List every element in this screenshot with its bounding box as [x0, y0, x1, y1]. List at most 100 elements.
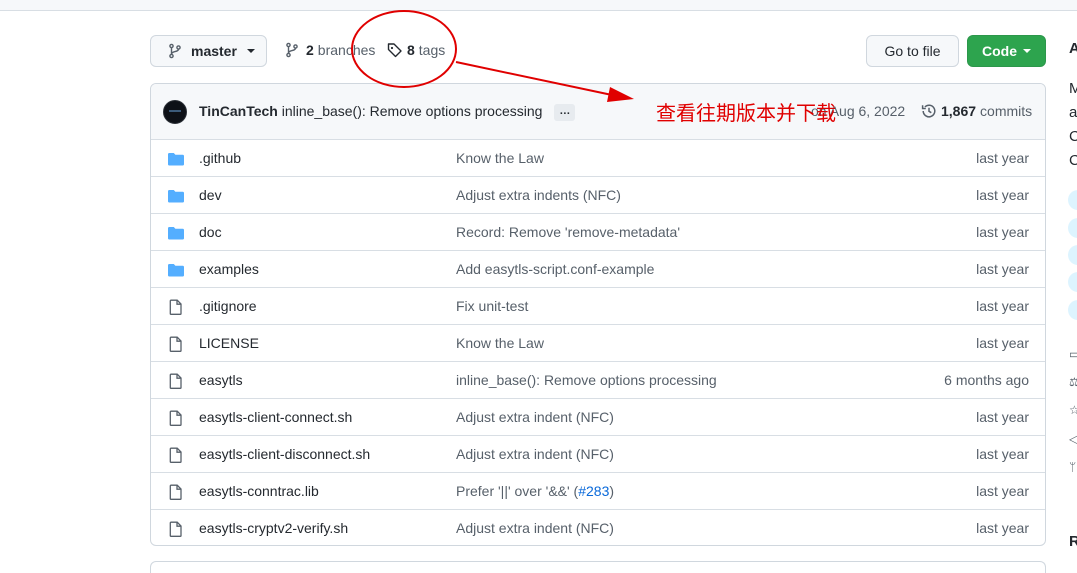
file-row[interactable]: easytls-cryptv2-verify.sh Adjust extra in…	[151, 509, 1045, 545]
issue-link[interactable]: #283	[578, 483, 609, 499]
file-row[interactable]: LICENSE Know the Law last year	[151, 324, 1045, 361]
releases-heading-partial: R	[1069, 533, 1077, 550]
annotation-text: 查看往期版本并下载	[656, 101, 836, 125]
commit-message-link[interactable]: Know the Law	[456, 150, 544, 166]
file-listing: TinCanTech inline_base(): Remove options…	[150, 83, 1046, 546]
file-icon	[167, 484, 185, 500]
commit-author-link[interactable]: TinCanTech	[199, 103, 278, 119]
file-name-link[interactable]: easytls-client-disconnect.sh	[199, 446, 370, 462]
star-icon: ☆	[1069, 403, 1077, 417]
tags-count: 8	[407, 42, 415, 58]
topic-tag[interactable]	[1068, 272, 1077, 292]
file-icon	[167, 410, 185, 426]
commit-age: last year	[976, 261, 1029, 277]
topic-tag[interactable]	[1068, 300, 1077, 320]
file-name-link[interactable]: easytls	[199, 372, 243, 388]
history-icon	[921, 103, 937, 119]
commits-history-link[interactable]: 1,867 commits	[921, 103, 1032, 119]
tag-icon	[387, 42, 403, 58]
commit-age: last year	[976, 446, 1029, 462]
code-button-label: Code	[982, 43, 1017, 59]
commit-message-link[interactable]: Adjust extra indent (NFC)	[456, 409, 614, 425]
file-row[interactable]: easytls-client-disconnect.sh Adjust extra…	[151, 435, 1045, 472]
law-icon: ⚖	[1069, 375, 1077, 389]
readme-box-top	[150, 561, 1046, 573]
file-row[interactable]: doc Record: Remove 'remove-metadata' last …	[151, 213, 1045, 250]
latest-commit-bar: TinCanTech inline_base(): Remove options…	[151, 84, 1045, 140]
file-icon	[167, 336, 185, 352]
commit-message-link[interactable]: Adjust extra indent (NFC)	[456, 520, 614, 536]
chevron-down-icon	[246, 49, 255, 53]
file-name-link[interactable]: LICENSE	[199, 335, 259, 351]
file-name-link[interactable]: easytls-conntrac.lib	[199, 483, 319, 499]
commit-message-link[interactable]: inline_base(): Remove options processing	[282, 103, 543, 119]
tags-label: tags	[418, 42, 446, 58]
commit-age: last year	[976, 520, 1029, 536]
commit-message-link[interactable]: Adjust extra indent (NFC)	[456, 446, 614, 462]
folder-icon	[167, 225, 185, 241]
topic-tag[interactable]	[1068, 190, 1077, 210]
commit-message-link[interactable]: inline_base(): Remove options processing	[456, 372, 717, 388]
commit-age: 6 months ago	[944, 372, 1029, 388]
file-icon	[167, 299, 185, 315]
commit-message-link[interactable]: Record: Remove 'remove-metadata'	[456, 224, 680, 240]
file-row[interactable]: easytls-conntrac.lib Prefer '||' over '&&…	[151, 472, 1045, 509]
file-name-link[interactable]: easytls-client-connect.sh	[199, 409, 352, 425]
file-row[interactable]: .github Know the Law last year	[151, 139, 1045, 176]
folder-icon	[167, 151, 185, 167]
branches-count: 2	[306, 42, 314, 58]
file-row[interactable]: .gitignore Fix unit-test last year	[151, 287, 1045, 324]
book-icon: ▭	[1069, 347, 1077, 361]
branches-link[interactable]: 2 branches	[284, 42, 375, 58]
commit-age: last year	[976, 298, 1029, 314]
commits-count: 1,867	[941, 103, 977, 119]
avatar[interactable]	[163, 100, 187, 124]
git-branch-icon	[284, 42, 300, 58]
commit-message-link[interactable]: Adjust extra indents (NFC)	[456, 187, 621, 203]
about-text-line-4: C	[1069, 152, 1077, 169]
folder-icon	[167, 188, 185, 204]
commit-message-link[interactable]: Prefer '||' over '&&' (#283)	[456, 483, 614, 499]
file-name-link[interactable]: .gitignore	[199, 298, 257, 314]
code-button[interactable]: Code	[967, 35, 1046, 67]
file-name-link[interactable]: .github	[199, 150, 241, 166]
commit-age: last year	[976, 150, 1029, 166]
about-text-line-1: M	[1069, 80, 1077, 97]
commit-message-link[interactable]: Add easytls-script.conf-example	[456, 261, 654, 277]
commit-message-link[interactable]: Fix unit-test	[456, 298, 528, 314]
file-row[interactable]: easytls-client-connect.sh Adjust extra in…	[151, 398, 1045, 435]
folder-icon	[167, 262, 185, 278]
go-to-file-button[interactable]: Go to file	[866, 35, 959, 67]
branch-name: master	[191, 43, 237, 59]
about-heading-partial: A	[1069, 40, 1077, 57]
tags-link[interactable]: 8 tags	[387, 42, 445, 58]
file-name-link[interactable]: dev	[199, 187, 222, 203]
branches-label: branches	[317, 42, 376, 58]
file-icon	[167, 521, 185, 537]
expand-commit-message-button[interactable]: …	[554, 103, 576, 121]
file-icon	[167, 447, 185, 463]
branch-select-button[interactable]: master	[150, 35, 267, 67]
commit-age: last year	[976, 335, 1029, 351]
file-row[interactable]: examples Add easytls-script.conf-example l…	[151, 250, 1045, 287]
eye-icon: ◁	[1069, 432, 1077, 446]
commit-age: last year	[976, 187, 1029, 203]
commits-label: commits	[980, 103, 1033, 119]
commit-message-link[interactable]: Know the Law	[456, 335, 544, 351]
commit-age: last year	[976, 224, 1029, 240]
file-row[interactable]: dev Adjust extra indents (NFC) last year	[151, 176, 1045, 213]
chevron-down-icon	[1023, 49, 1031, 53]
file-name-link[interactable]: examples	[199, 261, 259, 277]
file-name-link[interactable]: easytls-cryptv2-verify.sh	[199, 520, 348, 536]
latest-commit-summary: TinCanTech inline_base(): Remove options…	[199, 103, 576, 121]
topic-tag[interactable]	[1068, 245, 1077, 265]
topic-tag[interactable]	[1068, 218, 1077, 238]
file-name-link[interactable]: doc	[199, 224, 222, 240]
commit-age: last year	[976, 409, 1029, 425]
repo-forked-icon: ᛘ	[1069, 460, 1077, 474]
commit-age: last year	[976, 483, 1029, 499]
file-icon	[167, 373, 185, 389]
about-text-line-2: a	[1069, 104, 1077, 121]
git-branch-icon	[167, 43, 183, 59]
file-row[interactable]: easytls inline_base(): Remove options pro…	[151, 361, 1045, 398]
